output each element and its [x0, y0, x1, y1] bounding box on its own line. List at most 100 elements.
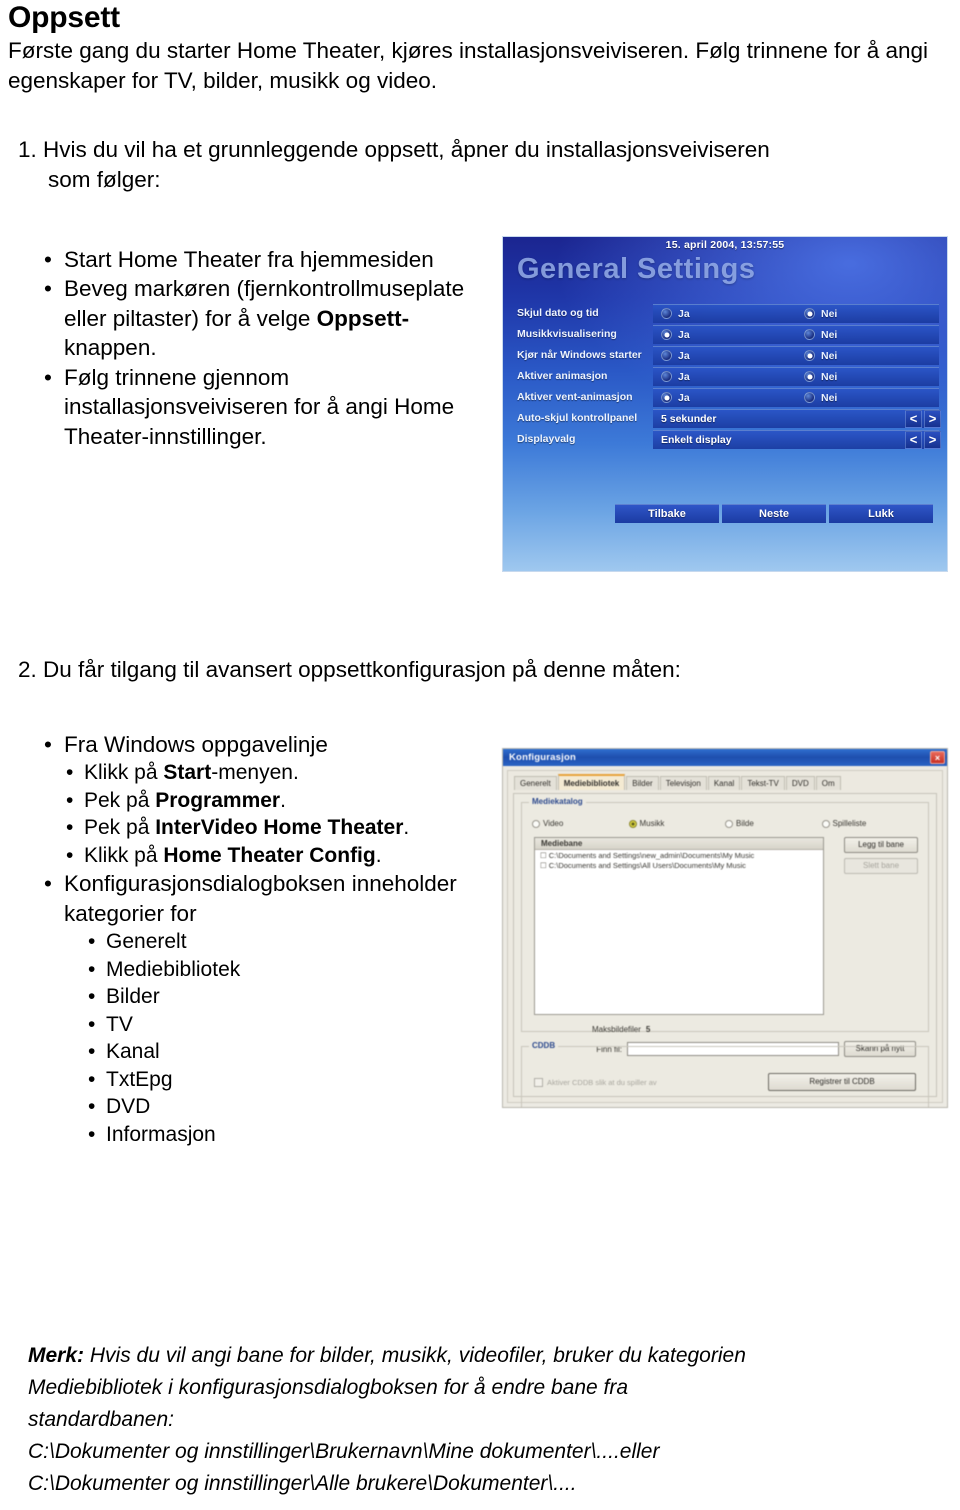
list-item-text: Pek på Programmer.: [84, 789, 286, 812]
tab-tekst-tv[interactable]: Tekst-TV: [741, 776, 785, 790]
note-line-2: Mediebibliotek i konfigurasjonsdialogbok…: [28, 1375, 629, 1399]
osd-row-auto-skjul-kontrollpanel: Auto-skjul kontrollpanel 5 sekunder < >: [503, 408, 947, 428]
list-item: • Informasjon: [82, 1121, 488, 1149]
osd-radio-ja[interactable]: Ja: [653, 308, 796, 320]
tilbake-button[interactable]: Tilbake: [615, 504, 719, 523]
osd-radio-ja[interactable]: Ja: [653, 371, 796, 383]
radio-icon[interactable]: [661, 371, 672, 382]
list-item: • Bilder: [82, 983, 488, 1011]
radio-icon[interactable]: [661, 392, 672, 403]
osd-row-label: Displayvalg: [517, 433, 576, 445]
radio-icon[interactable]: [821, 819, 830, 828]
legg-til-bane-button[interactable]: Legg til bane: [844, 837, 918, 853]
max-files-value[interactable]: 5: [646, 1025, 656, 1034]
osd-spinner: < >: [905, 409, 941, 428]
tab-mediebibliotek[interactable]: Mediebibliotek: [557, 774, 626, 790]
osd-radio-nei[interactable]: Nei: [796, 329, 939, 341]
list-item: • Fra Windows oppgavelinje: [38, 730, 488, 759]
osd-radio-nei[interactable]: Nei: [796, 308, 939, 320]
plain-text: Klikk på: [84, 761, 164, 785]
osd-radio-nei[interactable]: Nei: [796, 392, 939, 404]
osd-radio-nei[interactable]: Nei: [796, 371, 939, 383]
list-item: • Generelt: [82, 928, 488, 956]
osd-radio-ja[interactable]: Ja: [653, 392, 796, 404]
osd-row-displayvalg: Displayvalg Enkelt display < >: [503, 429, 947, 449]
osd-radio-ja[interactable]: Ja: [653, 350, 796, 362]
osd-row-label: Aktiver animasjon: [517, 370, 608, 382]
lukk-button[interactable]: Lukk: [829, 504, 933, 523]
tab-kanal[interactable]: Kanal: [707, 776, 741, 790]
radio-icon[interactable]: [804, 329, 815, 340]
neste-button[interactable]: Neste: [722, 504, 826, 523]
tab-dvd[interactable]: DVD: [785, 776, 815, 790]
osd-settings-rows: Skjul dato og tid Ja Nei Musikkvisualise…: [503, 303, 947, 450]
max-files-label: Maksbildefiler: [592, 1025, 641, 1034]
radio-bilde[interactable]: Bilde: [725, 819, 822, 828]
list-item[interactable]: C:\Documents and Settings\All Users\Docu…: [535, 860, 823, 870]
osd-radio-ja[interactable]: Ja: [653, 329, 796, 341]
osd-row-field: Enkelt display < >: [653, 429, 941, 449]
media-type-radio-group: Video Musikk Bilde Spilleliste: [532, 819, 918, 828]
cddb-group-label: CDDB: [529, 1041, 559, 1050]
osd-radio-nei-label: Nei: [821, 391, 838, 404]
chevron-right-icon[interactable]: >: [924, 430, 941, 449]
list-item: • Start Home Theater fra hjemmesiden: [38, 245, 478, 274]
step-1-text-continued: som følger:: [48, 166, 161, 192]
bullet-dot-icon: •: [66, 761, 74, 785]
radio-video[interactable]: Video: [532, 819, 629, 828]
media-path-list-header: Mediebane: [535, 838, 823, 850]
tab-televisjon[interactable]: Televisjon: [659, 776, 707, 790]
list-item: • TV: [82, 1011, 488, 1039]
list-item[interactable]: C:\Documents and Settings\new_admin\Docu…: [535, 850, 823, 860]
step-1: 1. Hvis du vil ha et grunnleggende oppse…: [18, 135, 948, 194]
tab-generelt[interactable]: Generelt: [514, 776, 557, 790]
list-item: • DVD: [82, 1093, 488, 1121]
list-item-text: Følg trinnene gjennom installasjonsveivi…: [64, 365, 454, 449]
plain-text: -menyen.: [211, 761, 299, 785]
radio-musikk[interactable]: Musikk: [628, 819, 726, 828]
registrer-til-cddb-button[interactable]: Registrer til CDDB: [768, 1073, 916, 1091]
radio-icon[interactable]: [804, 350, 815, 361]
tab-om[interactable]: Om: [815, 776, 841, 790]
dialog-tab-pane: Mediekatalog Video Musikk Bilde Spilleli…: [513, 793, 937, 1107]
radio-icon[interactable]: [532, 819, 540, 828]
step-1-number: 1.: [18, 137, 37, 162]
slett-bane-button: Slett bane: [844, 858, 918, 874]
bullet-dot-icon: •: [66, 816, 74, 840]
osd-row-musikkvisualisering: Musikkvisualisering Ja Nei: [503, 324, 947, 344]
intro-paragraph: Første gang du starter Home Theater, kjø…: [8, 38, 928, 93]
dialog-titlebar: Konfigurasjon ×: [503, 749, 947, 766]
radio-icon[interactable]: [661, 329, 672, 340]
bullet-dot-icon: •: [44, 364, 52, 390]
bullet-list-categories: • Generelt • Mediebibliotek • Bilder • T…: [82, 928, 488, 1148]
chevron-left-icon[interactable]: <: [905, 409, 922, 428]
bullet-dot-icon: •: [66, 788, 74, 812]
tab-bilder[interactable]: Bilder: [626, 776, 659, 790]
note-line-1-text: Hvis du vil angi bane for bilder, musikk…: [84, 1344, 746, 1367]
radio-icon[interactable]: [804, 392, 815, 403]
checkbox-icon: [534, 1077, 543, 1087]
radio-icon[interactable]: [804, 371, 815, 382]
list-item-text: Pek på InterVideo Home Theater.: [84, 816, 409, 839]
close-icon[interactable]: ×: [930, 751, 945, 764]
osd-radio-nei[interactable]: Nei: [796, 350, 939, 362]
radio-icon[interactable]: [628, 819, 637, 828]
dialog-title: Konfigurasjon: [509, 752, 576, 763]
radio-spilleliste[interactable]: Spilleliste: [821, 819, 919, 828]
plain-text: Klikk på: [84, 843, 164, 867]
osd-datetime: 15. april 2004, 13:57:55: [665, 239, 785, 251]
step-2-bullet-list: • Fra Windows oppgavelinje • Klikk på St…: [38, 730, 488, 1148]
chevron-right-icon[interactable]: >: [924, 409, 941, 428]
osd-row-value: Enkelt display: [661, 433, 732, 446]
list-item-text: Beveg markøren (fjernkontrollmuseplate e…: [64, 276, 464, 360]
osd-title: General Settings: [517, 253, 756, 285]
radio-icon[interactable]: [804, 308, 815, 319]
radio-icon[interactable]: [661, 350, 672, 361]
radio-icon[interactable]: [661, 308, 672, 319]
radio-icon[interactable]: [725, 819, 733, 828]
chevron-left-icon[interactable]: <: [905, 430, 922, 449]
category-dvd: DVD: [106, 1095, 151, 1119]
media-path-list[interactable]: Mediebane C:\Documents and Settings\new_…: [534, 837, 824, 1015]
plain-text: Start Home Theater fra hjemmesiden: [64, 247, 434, 272]
media-path-buttons: Legg til bane Slett bane: [844, 837, 918, 879]
